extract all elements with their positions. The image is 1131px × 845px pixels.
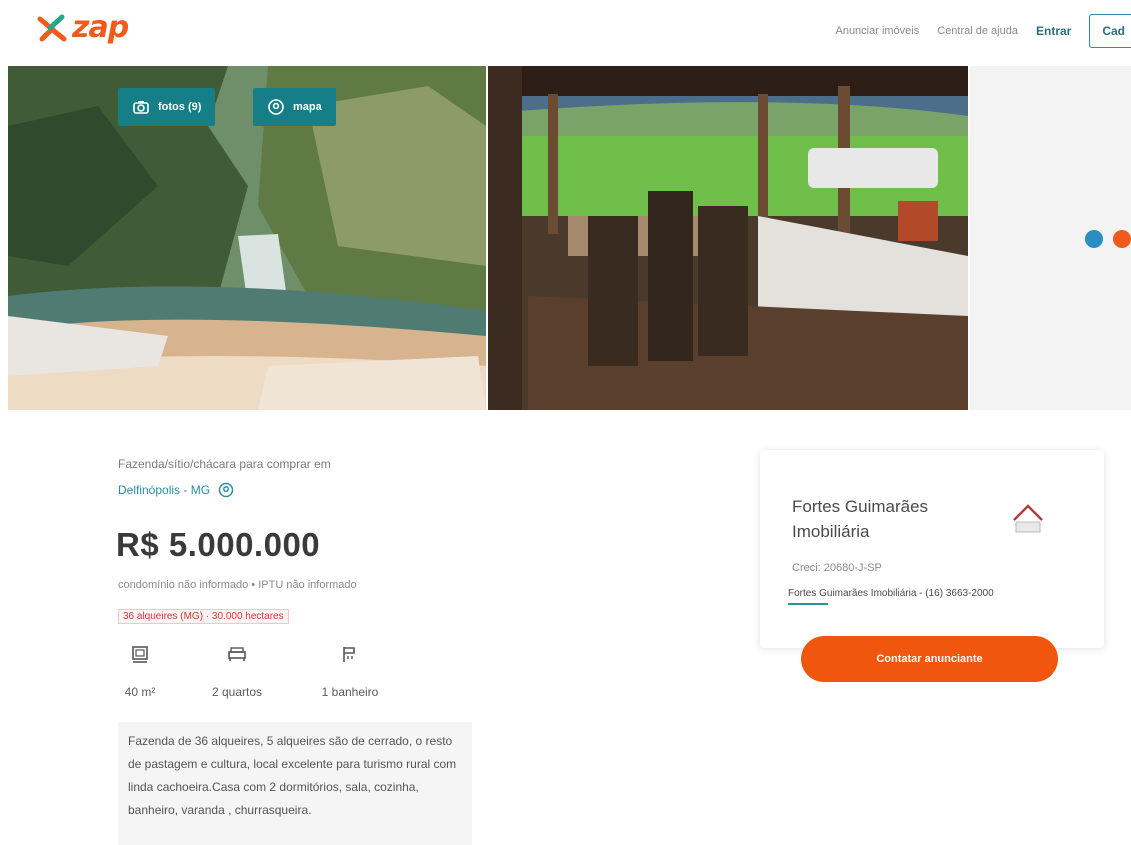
location-pin-icon[interactable] <box>218 482 234 498</box>
feature-bedrooms: 2 quartos <box>192 644 282 699</box>
listing-description: Fazenda de 36 alqueires, 5 alqueires são… <box>118 722 472 845</box>
feature-bedrooms-label: 2 quartos <box>211 685 263 699</box>
area-icon <box>132 646 148 663</box>
contact-advertiser-button[interactable]: Contatar anunciante <box>801 636 1058 682</box>
gallery-dot[interactable] <box>1113 230 1131 248</box>
feature-area-label: 40 m² <box>124 685 156 699</box>
listing-area-tags: 36 alqueires (MG) · 30.000 hectares <box>118 609 289 624</box>
advertiser-creci: Creci: 20680-J-SP <box>792 562 882 574</box>
listing-subtitle: Fazenda/sítio/chácara para comprar em <box>118 457 331 471</box>
map-button-label: mapa <box>293 101 322 113</box>
gallery-photo-veranda[interactable] <box>488 66 968 410</box>
veranda-image <box>488 66 968 410</box>
logo-text: zap <box>72 10 129 45</box>
nav-central-ajuda-link[interactable]: Central de ajuda <box>937 25 1018 37</box>
listing-price: R$ 5.000.000 <box>116 526 321 563</box>
feature-bathrooms-label: 1 banheiro <box>321 685 379 699</box>
nav-entrar-link[interactable]: Entrar <box>1036 24 1071 38</box>
bath-icon <box>343 647 355 662</box>
top-nav: Anunciar imóveis Central de ajuda Entrar… <box>835 14 1131 48</box>
zap-logo-icon <box>37 14 67 41</box>
map-button[interactable]: mapa <box>253 88 336 126</box>
advertiser-logo <box>1013 504 1043 533</box>
zap-logo[interactable]: zap <box>36 10 129 45</box>
gallery-dot-active[interactable] <box>1085 230 1103 248</box>
location-text: Delfinópolis - MG <box>118 483 211 497</box>
map-pin-icon <box>268 99 284 115</box>
contact-underline <box>788 603 828 605</box>
feature-area: 40 m² <box>95 644 185 699</box>
nav-cadastrar-button[interactable]: Cad <box>1089 14 1131 48</box>
feature-bathrooms: 1 banheiro <box>305 644 395 699</box>
gallery-photo-next[interactable] <box>970 66 1131 410</box>
advertiser-card: Fortes Guimarães Imobiliária Creci: 2068… <box>760 450 1104 648</box>
advertiser-contact[interactable]: Fortes Guimarães Imobiliária - (16) 3663… <box>788 588 994 599</box>
gallery-photo-waterfall[interactable]: fotos (9) mapa <box>8 66 486 410</box>
advertiser-name[interactable]: Fortes Guimarães Imobiliária <box>792 494 962 544</box>
photos-button-label: fotos (9) <box>158 101 202 113</box>
waterfall-image <box>8 66 486 410</box>
photo-gallery[interactable]: fotos (9) mapa <box>0 66 1131 410</box>
listing-fees: condomínio não informado • IPTU não info… <box>118 579 357 591</box>
photos-button[interactable]: fotos (9) <box>118 88 216 126</box>
camera-icon <box>133 101 149 114</box>
site-header: zap Anunciar imóveis Central de ajuda En… <box>0 0 1131 62</box>
listing-location[interactable]: Delfinópolis - MG <box>118 482 234 498</box>
nav-anunciar-link[interactable]: Anunciar imóveis <box>835 25 919 37</box>
bed-icon <box>228 647 246 661</box>
